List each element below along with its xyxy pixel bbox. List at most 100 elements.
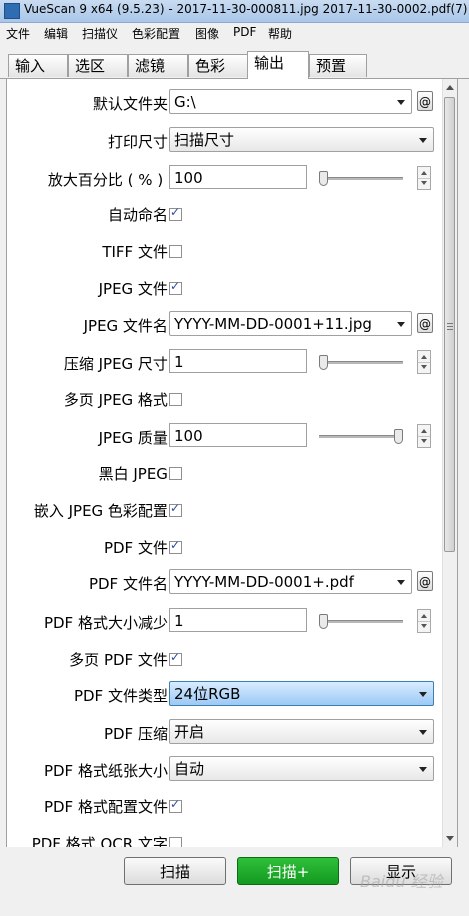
tab-input[interactable]: 输入 [8, 54, 68, 77]
jpeg-quality-label: JPEG 质量: [98, 429, 173, 447]
pdf-file-checkbox[interactable] [169, 538, 182, 554]
row-tiff-file: TIFF 文件: [7, 235, 437, 265]
row-pdf-compress: PDF 压缩: 开启 [7, 717, 437, 747]
row-jpeg-file: JPEG 文件: [7, 272, 437, 302]
spin-down-icon[interactable] [421, 439, 427, 443]
tab-output[interactable]: 输出 [247, 51, 309, 79]
jpeg-file-checkbox[interactable] [169, 279, 182, 295]
pdf-file-label: PDF 文件: [103, 539, 173, 557]
row-magnify: 放大百分比 ( % ) : 100 [7, 163, 437, 193]
tiff-file-checkbox[interactable] [169, 245, 182, 258]
pdf-profile-label: PDF 格式配置文件: [43, 798, 173, 816]
menu-file[interactable]: 文件 [6, 25, 30, 42]
jpeg-name-select[interactable]: YYYY-MM-DD-0001+11.jpg [169, 311, 412, 336]
bottom-button-bar: 扫描 扫描+ 显示 [0, 847, 469, 916]
jpeg-name-at-button[interactable]: @ [417, 313, 433, 333]
slider-thumb[interactable] [319, 614, 328, 629]
jpeg-compress-slider[interactable] [319, 355, 403, 370]
pdf-reduce-slider[interactable] [319, 614, 403, 629]
tab-prefs[interactable]: 预置 [309, 54, 367, 77]
multi-jpeg-checkbox[interactable] [169, 393, 182, 406]
jpeg-quality-spinner[interactable] [417, 424, 431, 448]
row-pdf-paper: PDF 格式纸张大小: 自动 [7, 754, 437, 784]
pdf-type-select[interactable]: 24位RGB [169, 681, 434, 706]
print-size-select[interactable]: 扫描尺寸 [169, 127, 434, 152]
app-icon [4, 3, 20, 19]
pdf-compress-label: PDF 压缩: [103, 725, 173, 743]
spin-up-icon[interactable] [421, 614, 427, 618]
menu-bar: 文件 编辑 扫描仪 色彩配置 图像 PDF 帮助 [0, 23, 469, 42]
pdf-name-label: PDF 文件名: [88, 575, 173, 593]
chevron-down-icon [397, 580, 405, 585]
row-bw-jpeg: 黑白 JPEG: [7, 457, 437, 487]
bw-jpeg-checkbox[interactable] [169, 467, 182, 480]
menu-scanner[interactable]: 扫描仪 [82, 25, 118, 42]
row-pdf-type: PDF 文件类型: 24位RGB [7, 679, 437, 709]
grip-line [447, 329, 453, 330]
menu-pdf[interactable]: PDF [233, 25, 256, 39]
row-pdf-reduce: PDF 格式大小减少: 1 [7, 606, 437, 636]
jpeg-compress-spinner[interactable] [417, 350, 431, 374]
row-multi-pdf: 多页 PDF 文件: [7, 643, 437, 673]
jpeg-quality-input[interactable]: 100 [169, 423, 307, 447]
spin-down-icon[interactable] [421, 181, 427, 185]
row-auto-name: 自动命名: [7, 198, 437, 228]
chevron-down-icon [419, 692, 427, 697]
spin-up-icon[interactable] [421, 429, 427, 433]
spin-up-icon[interactable] [421, 355, 427, 359]
pdf-name-at-button[interactable]: @ [417, 571, 433, 591]
menu-edit[interactable]: 编辑 [44, 25, 68, 42]
title-bar: VueScan 9 x64 (9.5.23) - 2017-11-30-0008… [0, 0, 469, 23]
pdf-profile-checkbox[interactable] [169, 797, 182, 813]
default-folder-select[interactable]: G:\ [169, 89, 412, 114]
row-jpeg-compress: 压缩 JPEG 尺寸: 1 [7, 347, 437, 377]
menu-help[interactable]: 帮助 [268, 25, 292, 42]
scan-plus-button[interactable]: 扫描+ [237, 857, 339, 885]
scrollbar-thumb[interactable] [444, 97, 455, 552]
spin-up-icon[interactable] [421, 171, 427, 175]
preview-button[interactable]: 显示 [350, 857, 452, 885]
pdf-paper-select[interactable]: 自动 [169, 756, 434, 781]
menu-color-profile[interactable]: 色彩配置 [132, 25, 180, 42]
magnify-slider[interactable] [319, 171, 403, 186]
scroll-up-icon[interactable] [446, 85, 454, 90]
scan-button[interactable]: 扫描 [124, 857, 226, 885]
scroll-down-icon[interactable] [446, 836, 454, 841]
row-pdf-profile: PDF 格式配置文件: [7, 790, 437, 820]
row-pdf-ocr: PDF 格式 OCR 文字: [7, 827, 437, 847]
magnify-spinner[interactable] [417, 166, 431, 190]
spin-divider [418, 436, 430, 437]
pdf-reduce-input[interactable]: 1 [169, 608, 307, 632]
row-multi-jpeg: 多页 JPEG 格式: [7, 383, 437, 413]
jpeg-name-label: JPEG 文件名: [83, 317, 173, 335]
pdf-reduce-spinner[interactable] [417, 609, 431, 633]
auto-name-checkbox[interactable] [169, 205, 182, 221]
chevron-down-icon [397, 100, 405, 105]
vertical-scrollbar[interactable] [442, 79, 457, 847]
auto-name-label: 自动命名: [107, 206, 173, 224]
grip-line [447, 326, 453, 327]
output-settings-panel: 默认文件夹: G:\ @ 打印尺寸: 扫描尺寸 放大百分比 ( % ) : 10… [6, 78, 458, 848]
magnify-input[interactable]: 100 [169, 165, 307, 189]
embed-jpeg-profile-checkbox[interactable] [169, 501, 182, 517]
slider-thumb[interactable] [319, 171, 328, 186]
row-jpeg-name: JPEG 文件名: YYYY-MM-DD-0001+11.jpg @ [7, 309, 437, 339]
tab-crop[interactable]: 选区 [68, 54, 128, 77]
pdf-name-select[interactable]: YYYY-MM-DD-0001+.pdf [169, 569, 412, 594]
spin-down-icon[interactable] [421, 365, 427, 369]
pdf-type-label: PDF 文件类型: [73, 687, 173, 705]
multi-pdf-checkbox[interactable] [169, 650, 182, 666]
pdf-reduce-label: PDF 格式大小减少: [43, 614, 173, 632]
jpeg-quality-slider[interactable] [319, 429, 403, 444]
magnify-label: 放大百分比 ( % ) : [47, 171, 173, 189]
spin-down-icon[interactable] [421, 624, 427, 628]
folder-browse-button[interactable]: @ [417, 91, 433, 111]
jpeg-compress-input[interactable]: 1 [169, 349, 307, 373]
slider-thumb[interactable] [394, 429, 403, 444]
menu-image[interactable]: 图像 [195, 25, 219, 42]
slider-thumb[interactable] [319, 355, 328, 370]
tab-filter[interactable]: 滤镜 [128, 54, 188, 77]
spin-divider [418, 362, 430, 363]
pdf-compress-select[interactable]: 开启 [169, 719, 434, 744]
tab-color[interactable]: 色彩 [188, 54, 248, 77]
